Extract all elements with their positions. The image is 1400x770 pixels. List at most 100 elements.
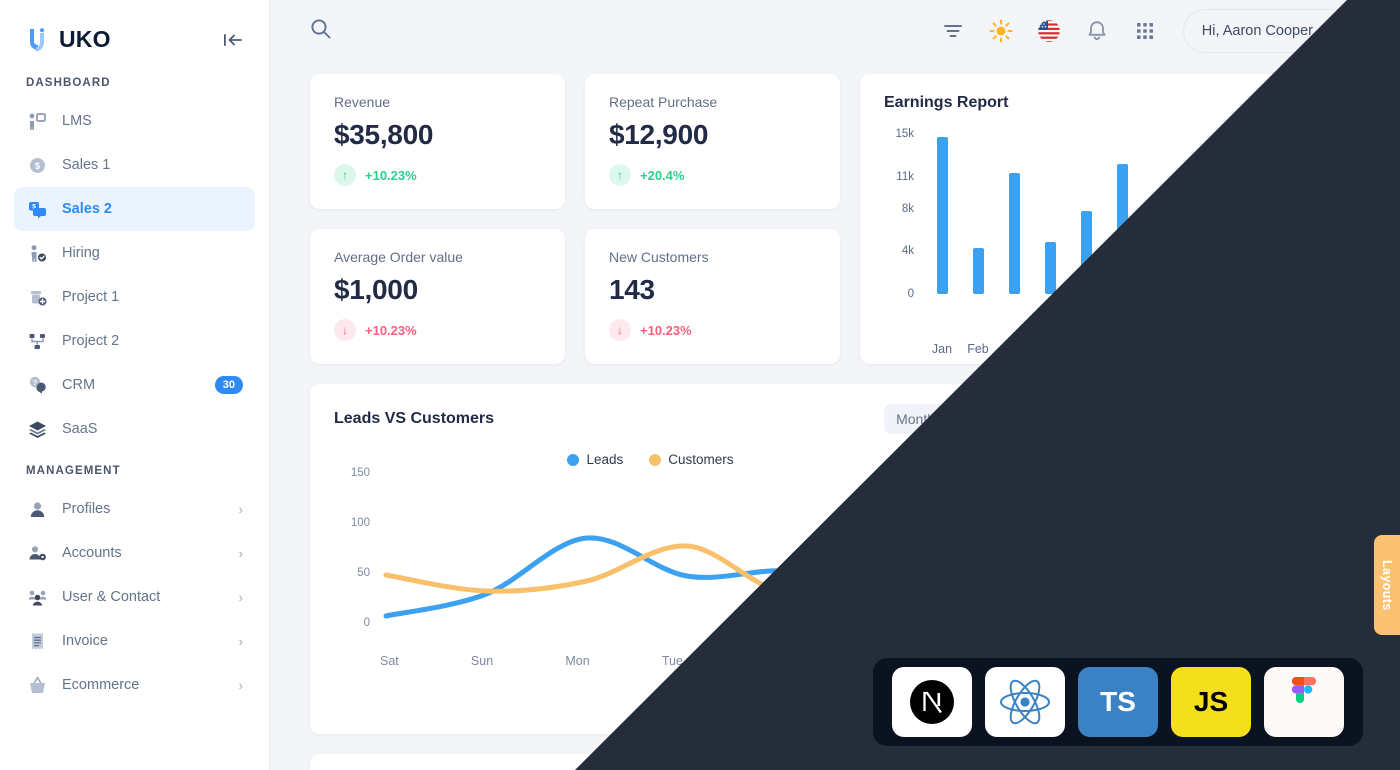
bar[interactable] bbox=[1188, 174, 1200, 294]
donut-center: Avg Range 140 bbox=[1054, 436, 1314, 696]
usa-flag-icon[interactable] bbox=[1035, 17, 1063, 45]
bar-chart-x-tick: May bbox=[1074, 342, 1098, 356]
user-greeting: Hi, Aaron Cooper bbox=[1201, 23, 1313, 39]
bell-notification-icon[interactable] bbox=[1083, 17, 1111, 45]
chevron-down-icon bbox=[1350, 99, 1362, 107]
typescript-label: TS bbox=[1100, 686, 1136, 717]
bar[interactable] bbox=[936, 137, 948, 294]
arrow-down-icon: ↓ bbox=[334, 319, 356, 341]
legend-dot-leads bbox=[567, 453, 580, 466]
sidebar-badge-crm: 30 bbox=[214, 376, 243, 394]
sidebar-item-profiles[interactable]: Profiles › bbox=[14, 487, 255, 531]
typescript-logo[interactable]: TS bbox=[1078, 667, 1158, 737]
stat-value: $12,900 bbox=[609, 119, 709, 150]
bar-chart-y-tick: 4k bbox=[901, 245, 914, 258]
earnings-period-dropdown[interactable]: Month bbox=[1301, 95, 1362, 111]
stat-delta: ↓ +10.23% bbox=[609, 319, 816, 341]
sidebar-item-label: CRM bbox=[62, 377, 96, 393]
bar[interactable] bbox=[1152, 262, 1164, 294]
line-chart-x-tick: Wed bbox=[755, 654, 781, 668]
bar-chart-y-axis: 0 4k 8k 11k 15k bbox=[884, 128, 918, 300]
apps-grid-icon[interactable] bbox=[1131, 17, 1159, 45]
sidebar-item-crm[interactable]: ? CRM 30 bbox=[14, 363, 255, 407]
layouts-side-tab[interactable]: Layouts bbox=[1374, 535, 1400, 635]
collapse-left-icon[interactable] bbox=[221, 30, 245, 50]
uko-logo-icon bbox=[26, 27, 50, 53]
bar-chart-plot bbox=[918, 134, 1362, 294]
sidebar-item-accounts[interactable]: Accounts › bbox=[14, 531, 255, 575]
bar[interactable] bbox=[972, 248, 984, 294]
user-menu[interactable]: Hi, Aaron Cooper bbox=[1182, 9, 1364, 53]
bar[interactable] bbox=[1008, 173, 1020, 294]
project-box-icon bbox=[26, 286, 48, 308]
sales-chat-icon: $ bbox=[26, 198, 48, 220]
bar[interactable] bbox=[1296, 237, 1308, 294]
line-chart-y-tick: 50 bbox=[357, 567, 370, 579]
avatar bbox=[1323, 15, 1355, 47]
earnings-report-card: Earnings Report Month 0 4k 8k 11k 15k Jan Feb… bbox=[860, 74, 1386, 364]
search-icon[interactable] bbox=[310, 18, 332, 45]
brand[interactable]: UKO bbox=[26, 26, 111, 53]
brand-name: UKO bbox=[59, 26, 111, 52]
earnings-period-value: Month bbox=[1301, 95, 1340, 111]
line-chart-y-tick: 150 bbox=[350, 467, 370, 479]
sitemap-icon bbox=[26, 330, 48, 352]
sidebar-item-project-2[interactable]: Project 2 bbox=[14, 319, 255, 363]
bar-chart-x-tick: Apr bbox=[1040, 342, 1060, 356]
leads-title: Leads VS Customers bbox=[334, 410, 495, 427]
sun-theme-icon[interactable] bbox=[987, 17, 1015, 45]
crm-chat-icon: ? bbox=[26, 374, 48, 396]
sidebar-item-sales-2[interactable]: $ Sales 2 bbox=[14, 187, 255, 231]
bar[interactable] bbox=[1332, 137, 1344, 294]
leads-period-dropdown[interactable]: Month bbox=[884, 404, 967, 434]
sidebar-item-ecommerce[interactable]: Ecommerce › bbox=[14, 663, 255, 707]
sidebar-item-lms[interactable]: LMS bbox=[14, 99, 255, 143]
sidebar-item-project-1[interactable]: Project 1 bbox=[14, 275, 255, 319]
bar[interactable] bbox=[1224, 211, 1236, 294]
sidebar-item-hiring[interactable]: Hiring bbox=[14, 231, 255, 275]
line-chart-x-tick: Thu bbox=[852, 654, 875, 668]
bar-chart-column bbox=[1176, 134, 1212, 294]
line-chart-x-tick: Sun bbox=[470, 654, 494, 668]
bar[interactable] bbox=[1116, 163, 1128, 294]
stat-value: 143 bbox=[609, 274, 655, 305]
bar-chart-x-tick: Jul bbox=[1150, 342, 1166, 356]
nextjs-logo[interactable] bbox=[892, 667, 972, 737]
legend-item-leads[interactable]: Leads bbox=[567, 452, 623, 467]
legend-dot-customers bbox=[649, 453, 662, 466]
stat-cards: Revenue $35,800 ↑ +10.23% Repeat Purchas… bbox=[310, 74, 840, 364]
figma-logo[interactable] bbox=[1264, 667, 1344, 737]
bar[interactable] bbox=[1080, 210, 1092, 294]
donut-center-value: 140 bbox=[1155, 556, 1212, 594]
bar-chart-y-tick: 15k bbox=[895, 128, 914, 140]
bar-chart-column bbox=[924, 134, 960, 294]
react-logo[interactable] bbox=[985, 667, 1065, 737]
bar[interactable] bbox=[1044, 241, 1056, 294]
bar-chart-x-tick: Mar bbox=[1003, 342, 1025, 356]
line-chart-x-tick: Sat bbox=[380, 654, 399, 668]
bar-chart-column bbox=[960, 134, 996, 294]
legend-item-customers[interactable]: Customers bbox=[649, 452, 734, 467]
legend-label: Customers bbox=[668, 452, 734, 467]
bar-chart-y-tick: 8k bbox=[901, 202, 914, 215]
leads-line-chart: 050100150 SatSunMonTueWedThuFri bbox=[334, 467, 991, 678]
sidebar-item-saas[interactable]: SaaS bbox=[14, 407, 255, 451]
sidebar-header: UKO bbox=[0, 0, 269, 63]
bar-chart-x-tick: Aug bbox=[1182, 342, 1206, 356]
stat-title: Repeat Purchase bbox=[609, 94, 718, 110]
bar[interactable] bbox=[1260, 188, 1272, 294]
dollar-badge-icon: $ bbox=[26, 154, 48, 176]
chevron-right-icon: › bbox=[238, 633, 243, 649]
sidebar-item-sales-1[interactable]: $ Sales 1 bbox=[14, 143, 255, 187]
javascript-logo[interactable]: JS bbox=[1171, 667, 1251, 737]
sidebar-item-label: Ecommerce bbox=[62, 677, 140, 693]
donut-center-label: Avg Range bbox=[1146, 537, 1221, 555]
filter-lines-icon[interactable] bbox=[939, 17, 967, 45]
topbar: Hi, Aaron Cooper bbox=[270, 0, 1400, 62]
sidebar-item-invoice[interactable]: Invoice › bbox=[14, 619, 255, 663]
stat-value: $35,800 bbox=[334, 119, 434, 150]
sidebar-item-user-contact[interactable]: User & Contact › bbox=[14, 575, 255, 619]
invoice-icon bbox=[26, 630, 48, 652]
sidebar-item-label: SaaS bbox=[62, 421, 98, 437]
sidebar-item-label: Hiring bbox=[62, 245, 100, 261]
